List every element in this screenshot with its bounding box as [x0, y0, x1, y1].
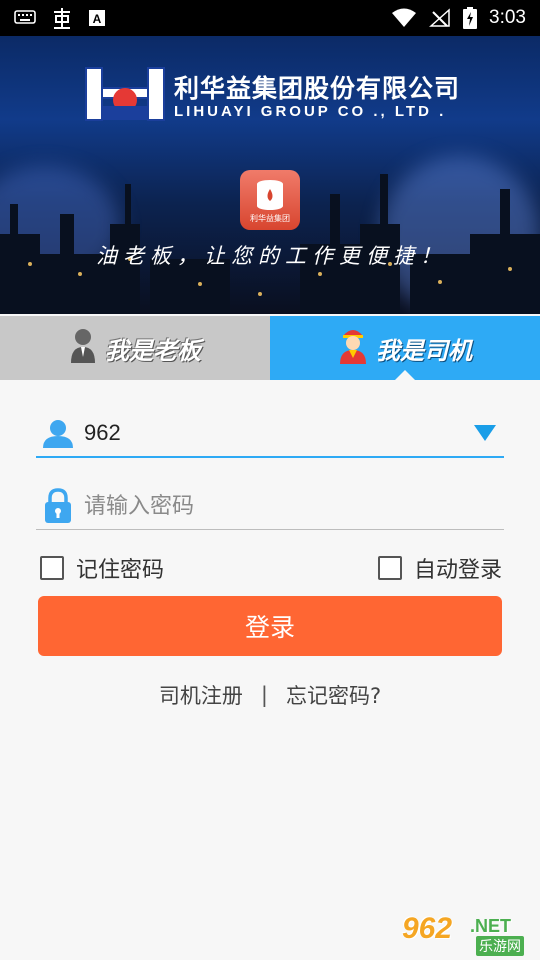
oil-drum-icon — [257, 179, 283, 210]
company-name-cn: 利华益集团股份有限公司 — [174, 73, 461, 103]
forgot-password-link[interactable]: 忘记密码? — [286, 680, 381, 710]
remember-password-checkbox[interactable]: 记住密码 — [40, 552, 164, 584]
app-icon-label: 利华益集团 — [250, 213, 290, 223]
a-icon: A — [88, 9, 106, 27]
footer-links: 司机注册 | 忘记密码? — [0, 680, 540, 710]
bug-icon — [50, 6, 74, 30]
boss-avatar-icon — [69, 327, 97, 369]
username-input[interactable] — [84, 420, 470, 446]
company-name-en: LIHUAYI GROUP CO ., LTD . — [174, 102, 447, 120]
header-banner: 利华益集团股份有限公司 LIHUAYI GROUP CO ., LTD . 利华… — [0, 36, 540, 314]
checkbox-box[interactable] — [377, 556, 402, 580]
watermark-net: .NET — [470, 916, 512, 936]
clock: 3:03 — [489, 7, 526, 28]
lihuayi-logo-icon — [84, 66, 166, 122]
auto-login-checkbox[interactable]: 自动登录 — [377, 552, 502, 584]
tab-driver-label: 我是司机 — [376, 336, 472, 365]
tab-boss[interactable]: 我是老板 — [0, 316, 270, 380]
slogan: 油老板，让您的工作更便捷！ — [96, 244, 447, 268]
driver-avatar-icon — [338, 326, 368, 370]
battery-charging-icon — [463, 7, 478, 29]
watermark-number: 962 — [402, 912, 453, 945]
login-options: 记住密码 自动登录 — [40, 552, 502, 584]
lock-icon — [40, 487, 76, 524]
password-input[interactable] — [84, 492, 504, 519]
app-icon: 利华益集团 — [240, 170, 300, 230]
dropdown-arrow-icon[interactable] — [470, 418, 500, 448]
keyboard-icon — [14, 9, 36, 27]
password-field — [36, 482, 504, 530]
user-icon — [40, 415, 76, 451]
tab-boss-label: 我是老板 — [105, 336, 201, 365]
login-button[interactable]: 登录 — [38, 596, 502, 656]
wifi-icon — [391, 8, 417, 28]
link-separator: | — [260, 683, 268, 707]
auto-login-label: 自动登录 — [413, 558, 502, 583]
role-tabs: 我是老板 我是司机 — [0, 316, 540, 380]
checkbox-box[interactable] — [40, 556, 64, 580]
status-bar: A 3:03 — [0, 0, 540, 36]
watermark-logo: 962 .NET 乐游网 — [402, 912, 534, 956]
driver-register-link[interactable]: 司机注册 — [159, 680, 243, 710]
no-signal-icon — [429, 8, 451, 28]
company-logo: 利华益集团股份有限公司 LIHUAYI GROUP CO ., LTD . — [84, 66, 460, 122]
tab-driver[interactable]: 我是司机 — [270, 316, 540, 380]
svg-text:A: A — [93, 12, 102, 26]
remember-password-label: 记住密码 — [76, 558, 165, 583]
watermark-site: 乐游网 — [476, 936, 524, 956]
username-field — [36, 410, 504, 458]
